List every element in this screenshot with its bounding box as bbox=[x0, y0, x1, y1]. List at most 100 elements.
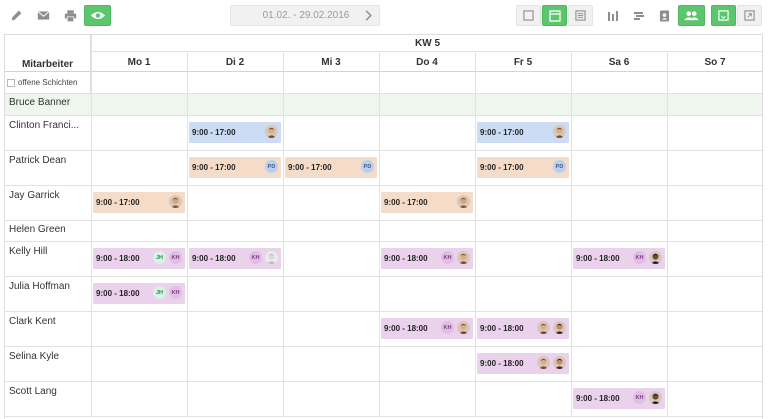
assignee-avatar-icon bbox=[553, 125, 566, 138]
shift-assignees: KH bbox=[249, 251, 278, 264]
day-header: Sa 6 bbox=[608, 57, 630, 68]
shift-block[interactable]: 9:00 - 18:00 KH bbox=[381, 248, 473, 269]
group-view-button[interactable] bbox=[678, 5, 705, 26]
view-list-icon bbox=[575, 10, 586, 21]
employee-name[interactable]: Julia Hoffman bbox=[9, 281, 91, 292]
shift-time: 9:00 - 18:00 bbox=[384, 324, 428, 333]
grid-line bbox=[283, 51, 284, 416]
shift-time: 9:00 - 18:00 bbox=[480, 359, 524, 368]
fullscreen-button[interactable] bbox=[737, 5, 762, 26]
employee-name[interactable]: Patrick Dean bbox=[9, 155, 91, 166]
grid-line bbox=[91, 51, 762, 52]
open-shifts-filter[interactable]: offene Schichten bbox=[7, 78, 77, 87]
edit-button[interactable] bbox=[4, 5, 29, 26]
person-card-button[interactable] bbox=[652, 5, 677, 26]
assignee-initials-badge: KH bbox=[633, 391, 646, 404]
employee-name[interactable]: Kelly Hill bbox=[9, 246, 91, 257]
shift-block[interactable]: 9:00 - 17:00 bbox=[93, 192, 185, 213]
shift-block[interactable]: 9:00 - 18:00 JH KH bbox=[93, 283, 185, 304]
shift-block[interactable]: 9:00 - 18:00 JH KH bbox=[93, 248, 185, 269]
shift-assignees bbox=[169, 195, 182, 208]
shift-time: 9:00 - 18:00 bbox=[96, 254, 140, 263]
print-button[interactable] bbox=[58, 5, 83, 26]
assignee-avatar-icon bbox=[265, 125, 278, 138]
grid-line bbox=[379, 51, 380, 416]
export-button[interactable] bbox=[711, 5, 736, 26]
shift-time: 9:00 - 17:00 bbox=[192, 163, 236, 172]
grid-line bbox=[5, 416, 762, 417]
view-day-button[interactable] bbox=[516, 5, 541, 26]
preview-toggle-button[interactable] bbox=[84, 5, 111, 26]
grid-line bbox=[91, 35, 92, 416]
shift-assignees: PD bbox=[265, 160, 278, 173]
mail-icon bbox=[37, 11, 50, 20]
shift-assignees bbox=[265, 125, 278, 138]
grid-line bbox=[5, 185, 762, 186]
shift-assignees: JH KH bbox=[153, 286, 182, 299]
employee-name[interactable]: Clinton Franci... bbox=[9, 120, 91, 131]
day-header: Do 4 bbox=[416, 57, 438, 68]
view-week-button[interactable] bbox=[542, 5, 567, 26]
day-header: So 7 bbox=[704, 57, 726, 68]
shift-assignees: KH bbox=[441, 321, 470, 334]
shift-block[interactable]: 9:00 - 17:00 PD bbox=[477, 157, 569, 178]
shift-time: 9:00 - 17:00 bbox=[96, 198, 140, 207]
assignee-initials-badge: KH bbox=[441, 251, 454, 264]
employee-name[interactable]: Selina Kyle bbox=[9, 351, 91, 362]
grid-line bbox=[5, 381, 762, 382]
assignee-avatar-icon bbox=[265, 251, 278, 264]
employee-name[interactable]: Scott Lang bbox=[9, 386, 91, 397]
assignee-avatar-icon bbox=[649, 251, 662, 264]
eye-icon bbox=[90, 11, 105, 20]
employee-name[interactable]: Helen Green bbox=[9, 224, 91, 235]
assignee-initials-badge: PD bbox=[265, 160, 278, 173]
shift-block[interactable]: 9:00 - 18:00 bbox=[477, 318, 569, 339]
assignee-avatar-icon bbox=[537, 356, 550, 369]
day-header: Mo 1 bbox=[127, 57, 151, 68]
chart-view-button[interactable] bbox=[600, 5, 625, 26]
shift-assignees: PD bbox=[361, 160, 374, 173]
assignee-initials-badge: KH bbox=[633, 251, 646, 264]
grid-line bbox=[667, 51, 668, 416]
open-shifts-checkbox[interactable] bbox=[7, 78, 15, 87]
shift-assignees: PD bbox=[553, 160, 566, 173]
grid-line bbox=[5, 150, 762, 151]
align-icon bbox=[633, 11, 644, 20]
shift-block[interactable]: 9:00 - 18:00 bbox=[477, 353, 569, 374]
assignee-initials-badge: KH bbox=[169, 286, 182, 299]
shift-block[interactable]: 9:00 - 17:00 PD bbox=[189, 157, 281, 178]
view-week-icon bbox=[548, 9, 561, 22]
grid-line bbox=[5, 71, 762, 72]
week-label: KW 5 bbox=[415, 38, 440, 49]
highlighted-row bbox=[5, 93, 762, 115]
view-list-button[interactable] bbox=[568, 5, 593, 26]
export-icon bbox=[718, 10, 729, 21]
date-range-selector[interactable]: 01.02. - 29.02.2016 bbox=[230, 5, 380, 26]
email-button[interactable] bbox=[31, 5, 56, 26]
employee-name[interactable]: Jay Garrick bbox=[9, 190, 91, 201]
print-icon bbox=[64, 9, 77, 22]
shift-block[interactable]: 9:00 - 18:00 KH bbox=[573, 248, 665, 269]
shift-time: 9:00 - 17:00 bbox=[288, 163, 332, 172]
fullscreen-icon bbox=[744, 10, 755, 21]
shift-time: 9:00 - 18:00 bbox=[576, 254, 620, 263]
grid-line bbox=[187, 51, 188, 416]
shift-time: 9:00 - 17:00 bbox=[192, 128, 236, 137]
employee-name[interactable]: Bruce Banner bbox=[9, 97, 91, 108]
group-icon bbox=[684, 11, 699, 21]
shift-block[interactable]: 9:00 - 17:00 bbox=[381, 192, 473, 213]
shift-block[interactable]: 9:00 - 17:00 PD bbox=[285, 157, 377, 178]
shift-block[interactable]: 9:00 - 17:00 bbox=[189, 122, 281, 143]
align-button[interactable] bbox=[626, 5, 651, 26]
day-header: Mi 3 bbox=[321, 57, 341, 68]
shift-block[interactable]: 9:00 - 18:00 KH bbox=[381, 318, 473, 339]
day-header: Fr 5 bbox=[513, 57, 533, 68]
shift-block[interactable]: 9:00 - 18:00 KH bbox=[189, 248, 281, 269]
chevron-right-icon[interactable] bbox=[363, 9, 373, 25]
person-card-icon bbox=[659, 10, 670, 21]
shift-block[interactable]: 9:00 - 17:00 bbox=[477, 122, 569, 143]
assignee-initials-badge: KH bbox=[169, 251, 182, 264]
shift-assignees bbox=[537, 321, 566, 334]
shift-block[interactable]: 9:00 - 18:00 KH bbox=[573, 388, 665, 409]
employee-name[interactable]: Clark Kent bbox=[9, 316, 91, 327]
